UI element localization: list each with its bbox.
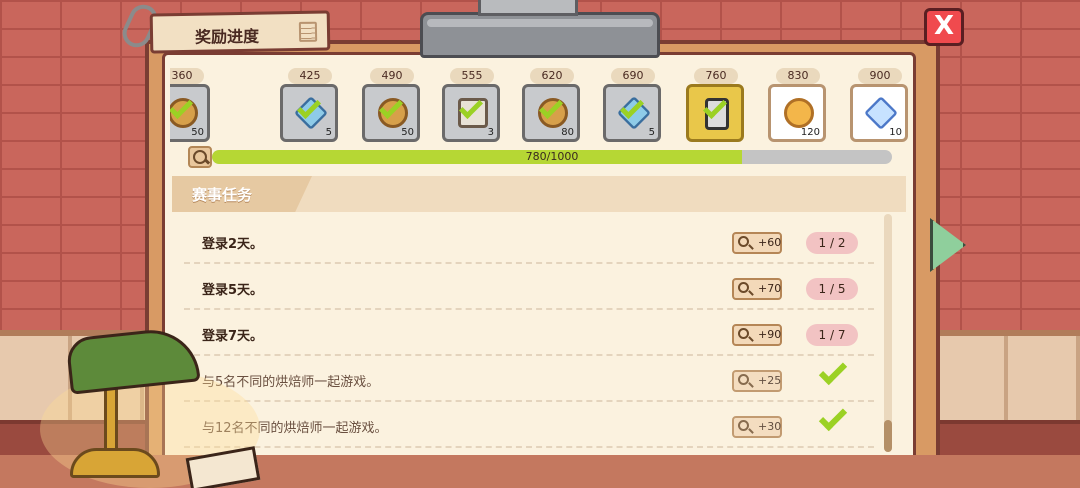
reward-count: 50: [401, 127, 414, 138]
completed-check-icon: [818, 402, 848, 432]
reward-box[interactable]: 5: [603, 84, 661, 142]
coin-icon: [784, 98, 814, 128]
reward-count: 5: [648, 127, 655, 138]
task-points: +70: [732, 278, 782, 300]
points-value: +90: [758, 328, 782, 341]
points-value: +30: [758, 420, 782, 433]
reward-slot[interactable]: 690 5: [603, 64, 663, 146]
points-value: +25: [758, 374, 782, 387]
reward-box[interactable]: 3: [442, 84, 500, 142]
points-value: +60: [758, 236, 782, 249]
task-description: 登录2天。: [202, 237, 264, 252]
clipboard-clip: [420, 12, 660, 58]
reward-box[interactable]: 120: [768, 84, 826, 142]
close-button[interactable]: X: [924, 8, 964, 46]
task-description: 登录5天。: [202, 283, 264, 298]
reward-count: 5: [325, 127, 332, 138]
reward-slot[interactable]: 360 50: [170, 64, 212, 146]
magnifier-icon: [738, 374, 749, 385]
reward-slot[interactable]: 900 10: [850, 64, 910, 146]
task-row[interactable]: 登录5天。 +70 1 / 5: [184, 264, 874, 310]
task-progress: 1 / 7: [806, 324, 858, 346]
completed-check-icon: [818, 356, 848, 386]
task-progress: 1 / 2: [806, 232, 858, 254]
reward-threshold: 900: [858, 68, 902, 84]
reward-track: 360 50 425 5 490 50 555 3 620 80 690 5 760 830 120 900 1…: [170, 64, 910, 150]
magnifier-icon: [188, 146, 212, 168]
reward-slot[interactable]: 760: [686, 64, 746, 146]
task-points: +90: [732, 324, 782, 346]
reward-slot[interactable]: 555 3: [442, 64, 502, 146]
reward-threshold: 360: [170, 68, 204, 84]
scrollbar-thumb[interactable]: [884, 420, 892, 452]
magnifier-icon: [738, 420, 749, 431]
reward-count: 10: [889, 127, 902, 138]
reward-count: 3: [487, 127, 494, 138]
reward-box[interactable]: 10: [850, 84, 908, 142]
reward-threshold: 425: [288, 68, 332, 84]
magnifier-icon: [738, 236, 749, 247]
reward-slot[interactable]: 830 120: [768, 64, 828, 146]
reward-threshold: 490: [370, 68, 414, 84]
task-progress: 1 / 5: [806, 278, 858, 300]
points-value: +70: [758, 282, 782, 295]
reward-threshold: 555: [450, 68, 494, 84]
reward-slot[interactable]: 490 50: [362, 64, 422, 146]
note-icon: [298, 21, 318, 42]
reward-count: 120: [800, 127, 820, 138]
reward-box[interactable]: 50: [362, 84, 420, 142]
reward-box[interactable]: [686, 84, 744, 142]
task-points: +30: [732, 416, 782, 438]
task-row[interactable]: 登录7天。 +90 1 / 7: [184, 310, 874, 356]
clip-hinge: [478, 0, 578, 16]
reward-box[interactable]: 5: [280, 84, 338, 142]
task-row[interactable]: 登录2天。 +60 1 / 2: [184, 218, 874, 264]
window-title: 奖励进度: [194, 26, 260, 47]
reward-count: 50: [191, 127, 204, 138]
task-row[interactable]: 与12名不同的烘焙师一起游戏。 +30: [184, 402, 874, 448]
task-list[interactable]: 登录2天。 +60 1 / 2 登录5天。 +70 1 / 5 登录7天。 +90 1 / 7 与…: [184, 218, 874, 454]
title-tab: 奖励进度: [149, 10, 331, 54]
reward-count: 80: [561, 127, 574, 138]
reward-slot[interactable]: 425 5: [280, 64, 340, 146]
reward-threshold: 690: [611, 68, 655, 84]
task-description: 登录7天。: [202, 329, 264, 344]
reward-threshold: 830: [776, 68, 820, 84]
lamp-base: [70, 448, 160, 478]
progress-text: 780/1000: [525, 150, 579, 163]
gem-icon: [864, 96, 898, 130]
reward-threshold: 620: [530, 68, 574, 84]
task-row[interactable]: 与5名不同的烘焙师一起游戏。 +25: [184, 356, 874, 402]
magnifier-icon: [738, 282, 749, 293]
section-title: 赛事任务: [192, 186, 253, 204]
scrollbar[interactable]: [884, 214, 892, 452]
reward-box[interactable]: 50: [170, 84, 210, 142]
task-points: +60: [732, 232, 782, 254]
reward-slot[interactable]: 620 80: [522, 64, 582, 146]
task-points: +25: [732, 370, 782, 392]
magnifier-icon: [738, 328, 749, 339]
reward-threshold: 760: [694, 68, 738, 84]
reward-box[interactable]: 80: [522, 84, 580, 142]
